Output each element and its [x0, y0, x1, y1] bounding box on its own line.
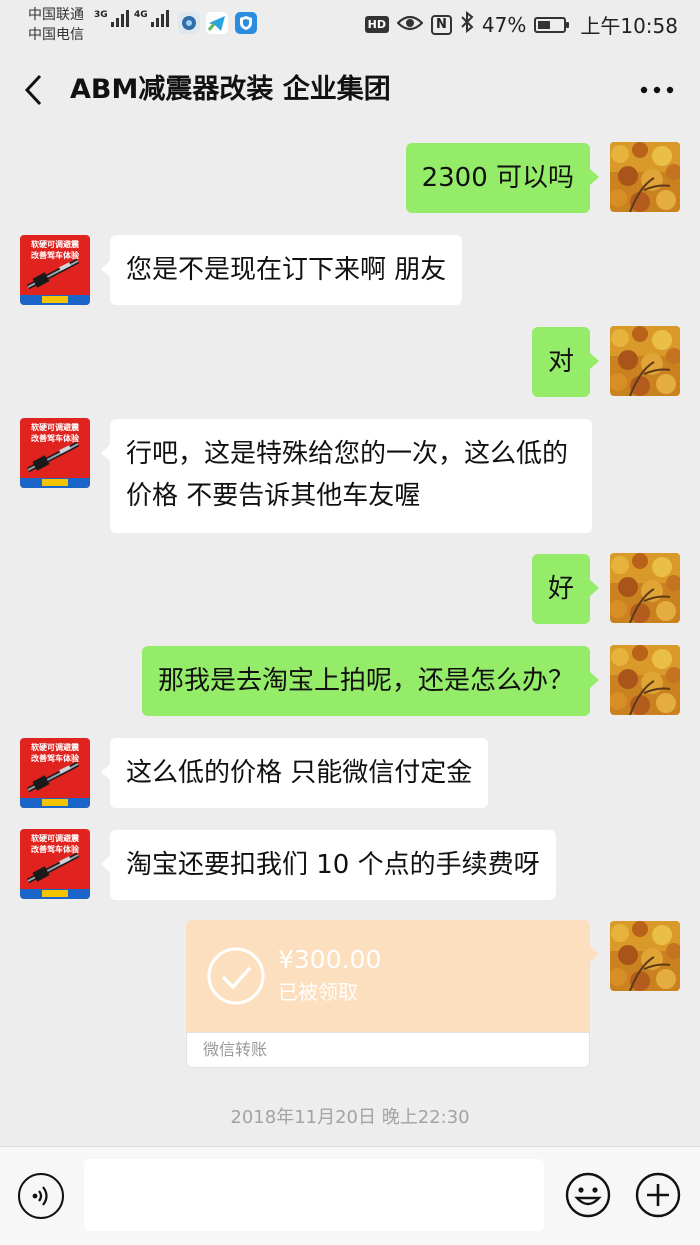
- message-input[interactable]: [84, 1159, 544, 1231]
- avatar-text-2: 改善驾车体验: [31, 754, 79, 763]
- voice-input-button[interactable]: [18, 1173, 64, 1219]
- more-dots-icon: [640, 86, 674, 94]
- camera-app-icon: [178, 12, 200, 34]
- message-bubble-sent[interactable]: 对: [531, 327, 600, 397]
- contact-avatar[interactable]: 软硬可调避震 改善驾车体验: [20, 235, 90, 305]
- check-circle-icon: [207, 947, 265, 1005]
- contact-avatar[interactable]: 软硬可调避震 改善驾车体验: [20, 738, 90, 808]
- telegram-icon: [206, 12, 228, 34]
- chat-title: ABM减震器改装 企业集团: [70, 74, 391, 105]
- chevron-left-icon: [24, 74, 42, 106]
- message-bubble-received[interactable]: 您是不是现在订下来啊 朋友: [100, 235, 463, 305]
- more-functions-button[interactable]: [634, 1171, 682, 1219]
- message-bubble-sent[interactable]: 2300 可以吗: [405, 143, 600, 213]
- smiley-icon: [565, 1172, 611, 1218]
- my-avatar[interactable]: [610, 645, 680, 715]
- my-avatar[interactable]: [610, 921, 680, 991]
- plus-circle-icon: [635, 1172, 681, 1218]
- transfer-card[interactable]: ¥300.00 已被领取 微信转账: [186, 920, 599, 1068]
- network-1-label: 3G: [94, 10, 108, 20]
- transfer-amount: ¥300.00: [278, 945, 382, 974]
- avatar-text-1: 软硬可调避震: [31, 743, 79, 752]
- avatar-text-1: 软硬可调避震: [31, 423, 79, 432]
- eye-icon: [396, 13, 424, 37]
- hd-icon: HD: [364, 16, 390, 33]
- transfer-status: 已被领取: [278, 980, 358, 1004]
- my-avatar[interactable]: [610, 326, 680, 396]
- message-bubble-sent[interactable]: 那我是去淘宝上拍呢，还是怎么办？: [141, 646, 600, 716]
- network-2-label: 4G: [134, 10, 148, 20]
- carrier-labels: 中国联通 中国电信: [28, 5, 84, 45]
- emoji-button[interactable]: [564, 1171, 612, 1219]
- avatar-text-2: 改善驾车体验: [31, 251, 79, 260]
- signal-1-icon: 3G: [94, 10, 129, 27]
- battery-fill: [538, 20, 550, 29]
- message-bubble-sent[interactable]: 好: [531, 554, 600, 624]
- clock: 上午10:58: [580, 14, 678, 38]
- nfc-icon: N: [431, 14, 452, 35]
- avatar-text-1: 软硬可调避震: [31, 834, 79, 843]
- message-timestamp: 2018年11月20日 晚上22:30: [230, 1107, 470, 1128]
- back-button[interactable]: [18, 70, 54, 110]
- carrier-1: 中国联通: [28, 7, 84, 23]
- contact-avatar[interactable]: 软硬可调避震 改善驾车体验: [20, 418, 90, 488]
- transfer-card-body: ¥300.00 已被领取: [186, 920, 590, 1032]
- input-bar: [0, 1146, 700, 1245]
- message-bubble-received[interactable]: 行吧，这是特殊给您的一次，这么低的价格 不要告诉其他车友喔: [101, 419, 592, 533]
- status-right-group: HD N 47% 上午10:58: [364, 10, 678, 39]
- carrier-2: 中国电信: [28, 27, 84, 43]
- voice-icon: [32, 1186, 48, 1206]
- my-avatar[interactable]: [610, 142, 680, 212]
- battery-icon: [534, 16, 570, 33]
- message-bubble-received[interactable]: 淘宝还要扣我们 10 个点的手续费呀: [101, 830, 556, 900]
- status-bar: 中国联通 中国电信 3G 4G HD N 47% 上午10:58: [0, 0, 700, 48]
- avatar-text-1: 软硬可调避震: [31, 240, 79, 249]
- transfer-card-footer: 微信转账: [186, 1032, 590, 1068]
- bluetooth-icon: [460, 10, 474, 38]
- shield-icon: [235, 12, 257, 34]
- transfer-label: 微信转账: [203, 1040, 268, 1059]
- avatar-text-2: 改善驾车体验: [31, 434, 79, 443]
- my-avatar[interactable]: [610, 553, 680, 623]
- battery-percent: 47%: [481, 12, 527, 37]
- contact-avatar[interactable]: 软硬可调避震 改善驾车体验: [20, 829, 90, 899]
- avatar-text-2: 改善驾车体验: [31, 845, 79, 854]
- message-bubble-received[interactable]: 这么低的价格 只能微信付定金: [100, 738, 489, 808]
- chat-header: ABM减震器改装 企业集团: [0, 48, 700, 132]
- more-button[interactable]: [638, 78, 678, 102]
- signal-2-icon: 4G: [134, 10, 169, 27]
